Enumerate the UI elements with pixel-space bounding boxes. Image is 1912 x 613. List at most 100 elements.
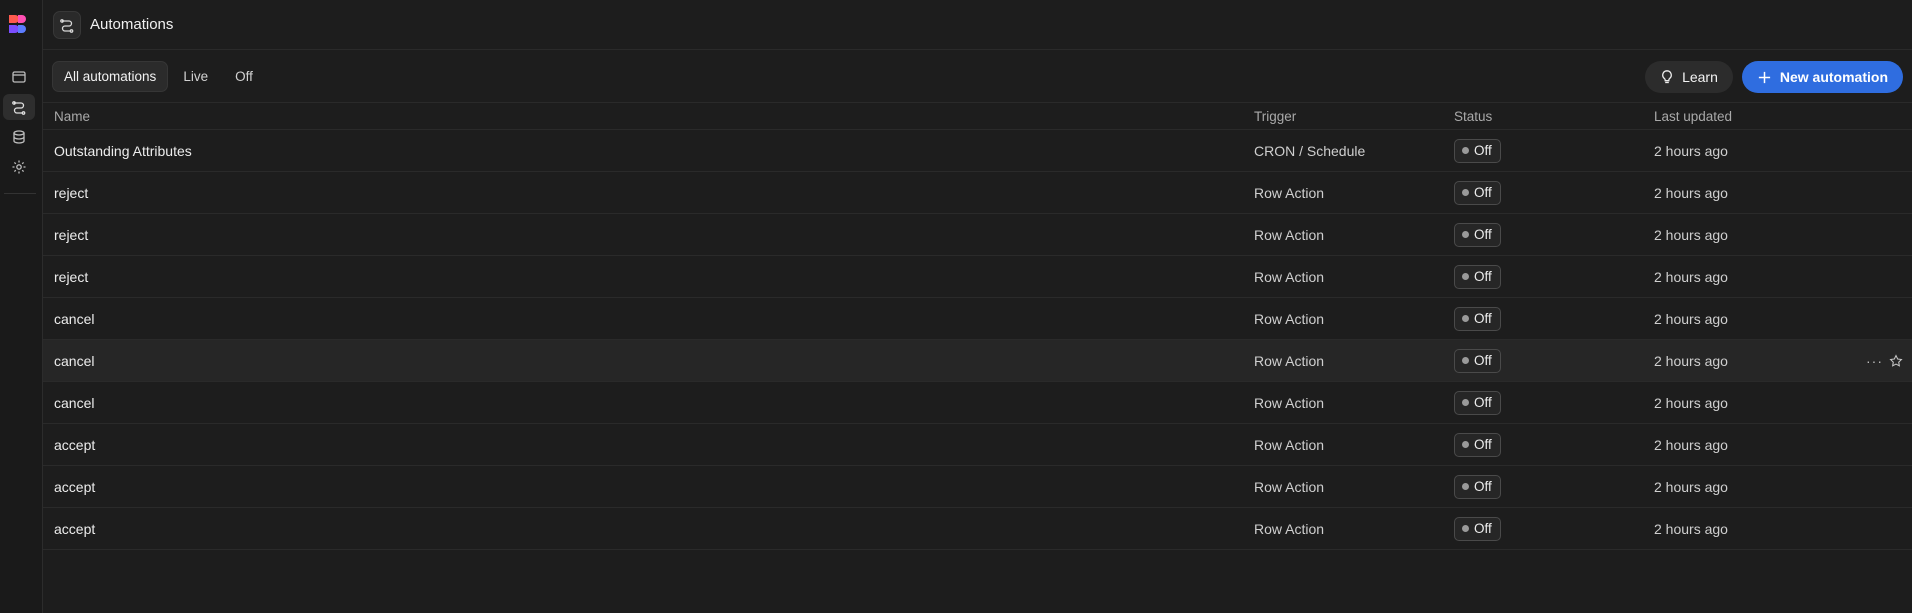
table-row[interactable]: reject Row Action Off 2 hours ago: [43, 172, 1912, 214]
column-header-status[interactable]: Status: [1454, 109, 1492, 124]
status-cell: Off: [1454, 474, 1501, 499]
status-label: Off: [1474, 269, 1492, 284]
automation-trigger: Row Action: [1254, 436, 1325, 453]
sidebar-item-apps[interactable]: [3, 64, 35, 90]
window-icon: [12, 71, 26, 83]
status-dot: [1462, 315, 1469, 322]
automation-last-updated: 2 hours ago: [1654, 310, 1728, 327]
automation-trigger: Row Action: [1254, 478, 1325, 495]
status-dot: [1462, 273, 1469, 280]
status-badge: Off: [1454, 222, 1501, 247]
more-options-icon[interactable]: ···: [1866, 353, 1883, 369]
automation-trigger: Row Action: [1254, 310, 1325, 327]
status-label: Off: [1474, 353, 1492, 368]
automation-trigger: Row Action: [1254, 352, 1325, 369]
sidebar: [0, 0, 43, 613]
status-badge: Off: [1454, 432, 1501, 457]
automations-table: Name Trigger Status Last updated Outstan…: [43, 103, 1912, 550]
automation-trigger: Row Action: [1254, 226, 1325, 243]
automation-name: accept: [54, 436, 96, 453]
status-label: Off: [1474, 311, 1492, 326]
status-cell: Off: [1454, 222, 1501, 247]
sidebar-item-settings[interactable]: [3, 154, 35, 180]
automation-last-updated: 2 hours ago: [1654, 268, 1728, 285]
main-content: Automations All automations Live Off Lea…: [43, 0, 1912, 613]
new-automation-button[interactable]: New automation: [1741, 61, 1903, 93]
status-dot: [1462, 189, 1469, 196]
page-title: Automations: [90, 16, 174, 33]
automation-last-updated: 2 hours ago: [1654, 226, 1728, 243]
status-label: Off: [1474, 185, 1492, 200]
status-badge: Off: [1454, 306, 1501, 331]
sidebar-item-automations[interactable]: [3, 94, 35, 120]
table-row[interactable]: cancel Row Action Off 2 hours ago: [43, 298, 1912, 340]
automation-last-updated: 2 hours ago: [1654, 520, 1728, 537]
automation-trigger: Row Action: [1254, 268, 1325, 285]
table-row[interactable]: reject Row Action Off 2 hours ago: [43, 214, 1912, 256]
lightbulb-icon: [1662, 70, 1672, 84]
automation-icon: [53, 10, 81, 39]
star-icon[interactable]: [1889, 353, 1903, 368]
status-cell: Off: [1454, 306, 1501, 331]
status-label: Off: [1474, 227, 1492, 242]
row-actions: ···: [1866, 353, 1903, 369]
top-bar: Automations: [43, 0, 1912, 50]
status-badge: Off: [1454, 138, 1501, 163]
budibase-logo[interactable]: [8, 14, 28, 34]
status-cell: Off: [1454, 180, 1501, 205]
column-header-last-updated[interactable]: Last updated: [1654, 109, 1732, 124]
status-dot: [1462, 483, 1469, 490]
learn-button[interactable]: Learn: [1645, 61, 1733, 93]
tab-live[interactable]: Live: [171, 61, 220, 92]
status-label: Off: [1474, 437, 1492, 452]
table-row[interactable]: accept Row Action Off 2 hours ago: [43, 466, 1912, 508]
status-dot: [1462, 357, 1469, 364]
status-label: Off: [1474, 521, 1492, 536]
status-label: Off: [1474, 479, 1492, 494]
column-header-name[interactable]: Name: [54, 109, 90, 124]
table-row[interactable]: cancel Row Action Off 2 hours ago: [43, 382, 1912, 424]
status-badge: Off: [1454, 516, 1501, 541]
table-row[interactable]: cancel Row Action Off 2 hours ago ···: [43, 340, 1912, 382]
automation-icon: [12, 101, 26, 115]
automation-trigger: Row Action: [1254, 394, 1325, 411]
status-dot: [1462, 399, 1469, 406]
sidebar-item-data[interactable]: [3, 124, 35, 150]
automation-name: Outstanding Attributes: [54, 142, 192, 159]
automation-trigger: Row Action: [1254, 184, 1325, 201]
automation-name: reject: [54, 226, 89, 243]
status-badge: Off: [1454, 474, 1501, 499]
automation-name: cancel: [54, 352, 95, 369]
status-cell: Off: [1454, 390, 1501, 415]
column-header-trigger[interactable]: Trigger: [1254, 109, 1296, 124]
tab-all-automations[interactable]: All automations: [52, 60, 169, 92]
automation-last-updated: 2 hours ago: [1654, 436, 1728, 453]
new-automation-label: New automation: [1779, 69, 1888, 85]
learn-label: Learn: [1682, 69, 1718, 85]
table-row[interactable]: Outstanding Attributes CRON / Schedule Off…: [43, 130, 1912, 172]
status-dot: [1462, 525, 1469, 532]
table-row[interactable]: reject Row Action Off 2 hours ago: [43, 256, 1912, 298]
status-badge: Off: [1454, 180, 1501, 205]
automation-name: accept: [54, 478, 96, 495]
automation-last-updated: 2 hours ago: [1654, 142, 1728, 159]
plus-icon: [1758, 71, 1770, 83]
automation-name: reject: [54, 184, 89, 201]
automation-last-updated: 2 hours ago: [1654, 394, 1728, 411]
tab-off[interactable]: Off: [223, 61, 265, 92]
table-header: Name Trigger Status Last updated: [43, 103, 1912, 130]
table-row[interactable]: accept Row Action Off 2 hours ago: [43, 508, 1912, 550]
automation-last-updated: 2 hours ago: [1654, 184, 1728, 201]
status-label: Off: [1474, 143, 1492, 158]
automation-last-updated: 2 hours ago: [1654, 478, 1728, 495]
status-cell: Off: [1454, 432, 1501, 457]
automation-name: cancel: [54, 394, 95, 411]
status-badge: Off: [1454, 390, 1501, 415]
table-body: Outstanding Attributes CRON / Schedule Off…: [43, 130, 1912, 550]
automation-name: reject: [54, 268, 89, 285]
status-dot: [1462, 147, 1469, 154]
table-row[interactable]: accept Row Action Off 2 hours ago: [43, 424, 1912, 466]
status-cell: Off: [1454, 348, 1501, 373]
status-cell: Off: [1454, 138, 1501, 163]
status-dot: [1462, 231, 1469, 238]
